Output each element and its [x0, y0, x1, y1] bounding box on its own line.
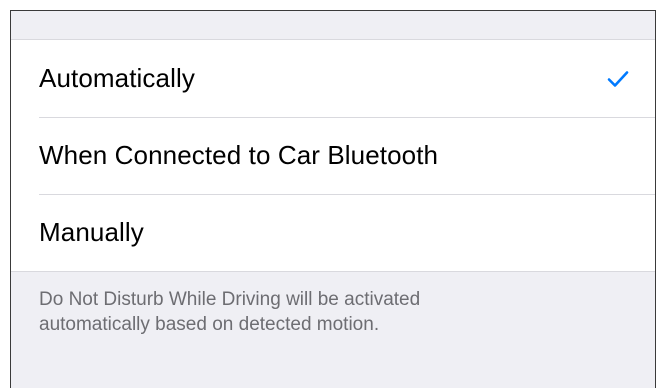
option-automatically[interactable]: Automatically [11, 40, 655, 117]
section-footer-note: Do Not Disturb While Driving will be act… [39, 287, 629, 337]
option-label: Manually [39, 217, 144, 247]
footer-line-1: Do Not Disturb While Driving will be act… [39, 289, 421, 310]
option-label: Automatically [39, 63, 195, 93]
settings-screen: Automatically When Connected to Car Blue… [10, 10, 656, 388]
footer-line-2: automatically based on detected motion. [39, 314, 380, 335]
option-label: When Connected to Car Bluetooth [39, 140, 439, 170]
option-manually[interactable]: Manually [11, 194, 655, 271]
option-car-bluetooth[interactable]: When Connected to Car Bluetooth [11, 117, 655, 194]
checkmark-icon [605, 69, 631, 89]
activation-options-group: Automatically When Connected to Car Blue… [11, 39, 655, 272]
